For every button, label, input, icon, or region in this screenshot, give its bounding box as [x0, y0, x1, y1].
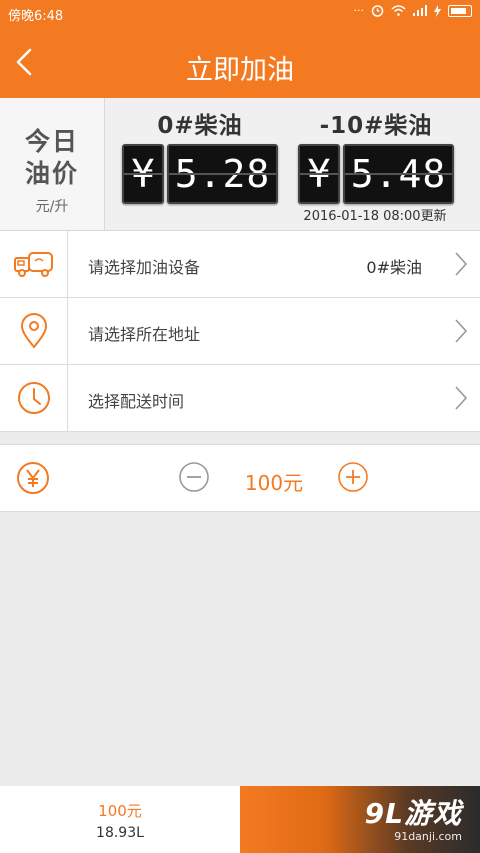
- status-time: 傍晚6:48: [8, 9, 64, 24]
- decrease-button[interactable]: [178, 461, 210, 493]
- currency-tile: ¥: [122, 144, 164, 204]
- signal-icon: [413, 5, 427, 16]
- fuel-price-1: -10#柴油 ¥ 5.48: [296, 106, 456, 204]
- today-price-label: 今日 油价 元/升: [0, 98, 105, 230]
- more-dots-icon: ···: [353, 4, 365, 17]
- select-equipment-row[interactable]: 请选择加油设备 0#柴油: [0, 231, 480, 298]
- price-updated-time: 2016-01-18 08:00更新: [303, 209, 447, 224]
- summary-liters: 18.93L: [96, 825, 144, 841]
- chevron-right-icon: [455, 386, 468, 410]
- watermark-logo: 9L游戏 91danji.com: [365, 792, 462, 843]
- clock-icon: [17, 382, 50, 414]
- status-bar: 傍晚6:48 ···: [0, 0, 480, 26]
- select-address-row[interactable]: 请选择所在地址: [0, 298, 480, 365]
- fuel-name: -10#柴油: [319, 113, 433, 139]
- chevron-right-icon: [455, 252, 468, 276]
- increase-button[interactable]: [337, 461, 369, 493]
- app-header: 立即加油: [0, 26, 480, 98]
- equipment-value: 0#柴油: [366, 258, 422, 277]
- page-title: 立即加油: [186, 55, 294, 86]
- price-unit: 元/升: [35, 199, 69, 215]
- alarm-icon: [371, 5, 384, 17]
- charging-icon: [434, 4, 441, 17]
- price-board: ¥ 5.28: [120, 144, 280, 204]
- delivery-time-label: 选择配送时间: [88, 392, 185, 411]
- currency-tile: ¥: [298, 144, 340, 204]
- order-summary: 100元 18.93L: [0, 786, 240, 853]
- truck-icon: [13, 252, 53, 277]
- amount-stepper-row: 100元: [0, 444, 480, 512]
- today-label: 今日: [24, 127, 79, 156]
- order-footer: 100元 18.93L 9L游戏 91danji.com: [0, 786, 480, 853]
- price-label: 油价: [24, 159, 79, 188]
- chevron-right-icon: [455, 319, 468, 343]
- fuel-name: 0#柴油: [157, 113, 243, 139]
- watermark-brand: 9L游戏: [364, 797, 462, 830]
- status-icons: ···: [353, 4, 472, 17]
- fuel-price-0: 0#柴油 ¥ 5.28: [120, 106, 280, 204]
- address-label: 请选择所在地址: [88, 325, 201, 344]
- wifi-icon: [391, 5, 406, 16]
- battery-icon: [448, 4, 472, 17]
- summary-amount: 100元: [98, 802, 142, 820]
- price-tile: 5.28: [167, 144, 278, 204]
- price-tile: 5.48: [343, 144, 454, 204]
- confirm-order-button[interactable]: 9L游戏 91danji.com: [240, 786, 480, 853]
- fuel-price-panel: 今日 油价 元/升 0#柴油 ¥ 5.28 -10#柴油 ¥ 5.48 2016…: [0, 98, 480, 231]
- location-pin-icon: [20, 313, 47, 349]
- equipment-label: 请选择加油设备: [88, 258, 201, 277]
- select-delivery-time-row[interactable]: 选择配送时间: [0, 365, 480, 432]
- amount-value: 100元: [244, 471, 304, 495]
- price-board: ¥ 5.48: [296, 144, 456, 204]
- yuan-icon: [17, 462, 49, 494]
- order-options-list: 请选择加油设备 0#柴油 请选择所在地址 选择配送时间: [0, 231, 480, 432]
